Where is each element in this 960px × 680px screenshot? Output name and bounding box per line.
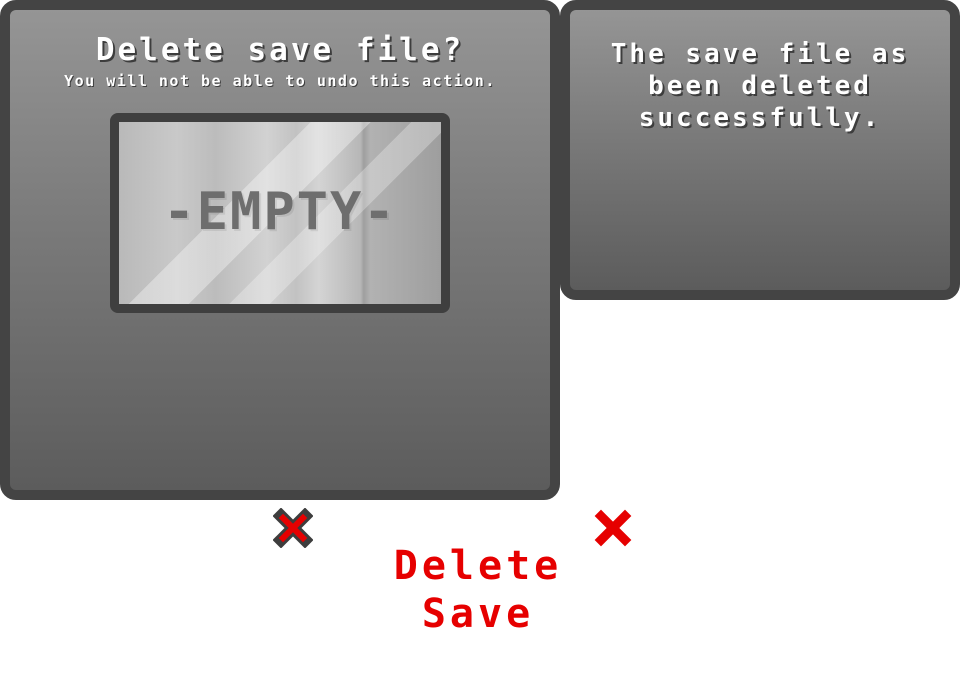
cancel-button[interactable] (273, 508, 313, 548)
empty-slot-label: -EMPTY- (163, 182, 397, 242)
x-icon (273, 508, 313, 548)
delete-label-line: Save (421, 591, 535, 637)
delete-success-panel: The save file as been deleted successful… (560, 0, 960, 300)
x-icon (594, 509, 632, 547)
success-message-line: successfully. (638, 103, 882, 133)
confirm-subtitle: You will not be able to undo this action… (64, 72, 496, 90)
confirm-title: Delete save file? (95, 32, 465, 68)
success-message-line: The save file as (610, 39, 910, 69)
delete-save-button[interactable]: Delete Save (378, 542, 578, 638)
success-message: The save file as been deleted successful… (590, 38, 930, 134)
save-slot-preview[interactable]: -EMPTY- (110, 113, 450, 313)
delete-confirm-panel: Delete save file? You will not be able t… (0, 0, 560, 500)
close-button[interactable] (593, 508, 633, 548)
success-message-line: been deleted (648, 71, 872, 101)
delete-save-screen: Delete save file? You will not be able t… (0, 0, 960, 680)
delete-label-line: Delete (393, 543, 563, 589)
